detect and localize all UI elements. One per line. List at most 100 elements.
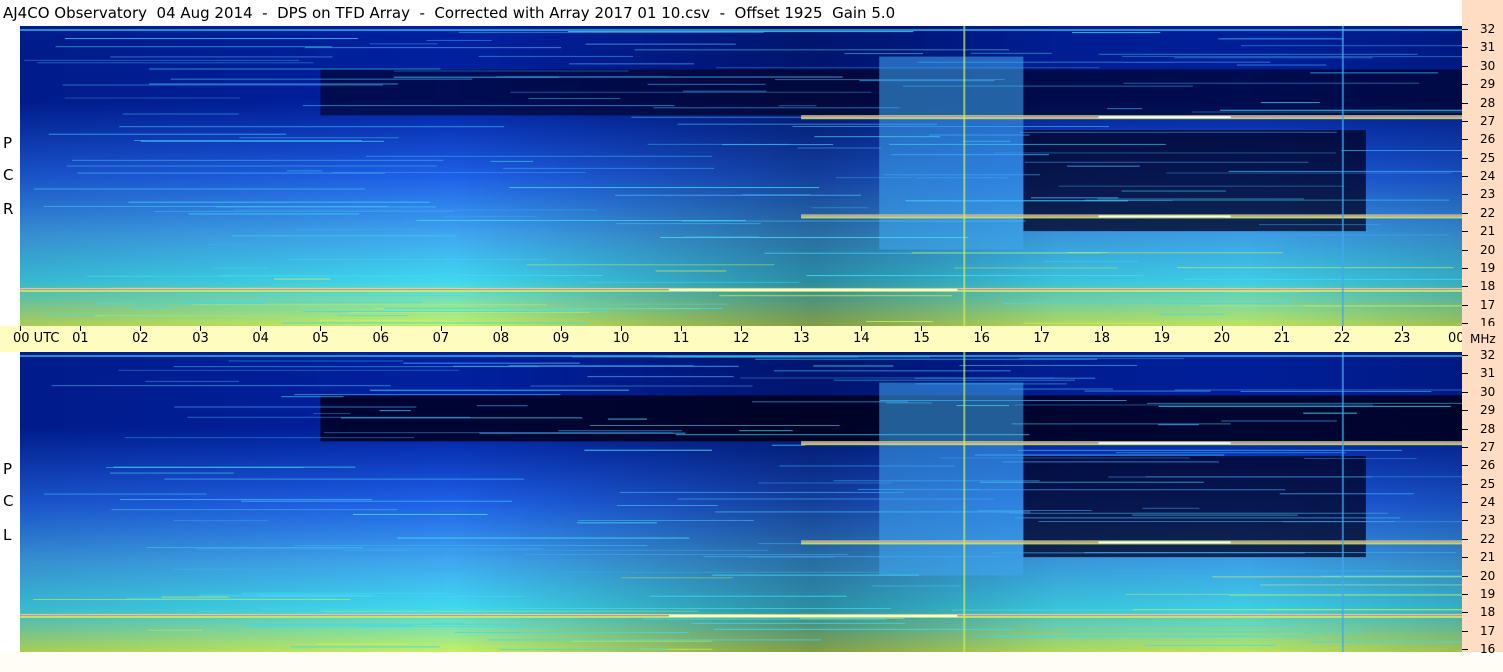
streak [1132,514,1298,516]
freq-tick [1462,557,1468,559]
freq-tick-label: 19 [1480,260,1496,275]
freq-tick [1462,649,1468,650]
streak [384,549,769,551]
streak [476,405,528,407]
streak [1097,198,1305,200]
vertical-line [963,26,966,326]
streak [811,207,868,209]
time-tick-label: 17 [1033,331,1050,346]
streak [164,478,524,480]
freq-tick [1462,29,1468,30]
streak [682,90,767,92]
streak [183,301,422,303]
streak [233,209,598,211]
streak [251,623,525,625]
streak [1018,449,1403,451]
streak [478,55,634,57]
streak [33,599,351,601]
freq-tick [1462,410,1468,412]
streak [994,635,1249,637]
streak [525,554,849,556]
freq-tick [1462,231,1468,233]
streak [1002,461,1220,463]
freq-tick-label: 22 [1480,205,1496,220]
polarization-label-rcp: P C R [0,26,20,326]
streak [132,306,169,308]
streak [495,76,843,78]
vertical-line [1341,352,1344,652]
streak [353,513,488,515]
time-tick-label: 21 [1273,331,1291,346]
streak [403,362,580,364]
streak [383,307,723,309]
streak [1174,389,1462,391]
streak [568,31,914,33]
vertical-line [963,352,966,652]
streak [43,493,207,495]
streak [452,365,739,367]
streak [1023,322,1160,324]
streak [64,97,241,99]
freq-axis-lcp: 32 31 30 29 28 27 26 25 24 23 22 21 20 19 18 17 16 [1462,349,1503,655]
streak [681,220,1026,222]
streak [55,46,333,48]
streak [128,201,430,203]
time-tick-label: 12 [733,331,750,346]
streak [479,432,686,434]
streak [192,304,547,306]
streak [1011,423,1231,425]
streak [978,510,1092,512]
streak [241,592,449,594]
streak [1145,476,1462,478]
streak [716,67,1100,69]
streak [569,63,694,65]
streak [149,83,398,85]
interference-line-peak [1098,215,1231,218]
streak [833,379,1076,381]
streak [1310,72,1439,74]
time-tick-label: 22 [1333,331,1351,346]
streak [970,52,1052,54]
streak [109,472,234,474]
streak [1019,357,1184,359]
streak [572,640,713,642]
freq-tick-label: 25 [1480,150,1496,165]
streak [302,105,675,107]
streak [1014,404,1373,406]
freq-tick-label: 21 [1480,224,1496,239]
streak [1182,278,1462,280]
streak [64,38,358,40]
streak [288,259,547,261]
freq-tick-label: 28 [1480,421,1496,436]
streak [959,364,1138,366]
time-tick-label: 05 [312,331,329,346]
streak [1010,388,1113,390]
streak [259,607,540,609]
streak [1038,521,1395,523]
interference-line-peak [1098,116,1231,119]
freq-tick [1462,373,1468,375]
streak [302,311,608,313]
streak [173,568,482,570]
streak [712,574,920,576]
freq-tick-label: 27 [1480,439,1496,454]
streak [34,188,365,190]
streak [62,84,384,86]
freq-tick [1462,267,1468,269]
streak [1122,56,1462,58]
streak [914,383,1067,385]
streak [24,59,300,61]
streak [259,595,373,597]
freq-tick-label: 27 [1480,113,1496,128]
streak [321,610,699,612]
freq-tick-label: 22 [1480,531,1496,546]
streak [1166,172,1452,174]
streak [198,611,231,613]
freq-tick-label: 20 [1480,242,1496,257]
time-tick-label: 23 [1393,331,1411,346]
streak [607,418,648,420]
streak [655,270,727,272]
streak [1220,109,1462,111]
freq-tick [1462,575,1468,577]
time-tick-label: 08 [492,331,510,346]
